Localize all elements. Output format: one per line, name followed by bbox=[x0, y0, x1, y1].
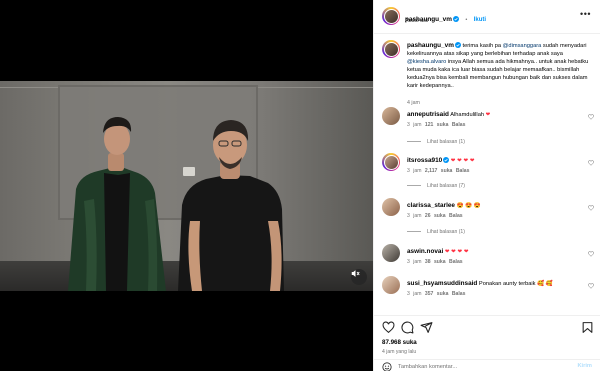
comment-emoji: 😍 😍 😍 bbox=[456, 203, 481, 209]
comment-box: Kirim bbox=[374, 359, 600, 371]
reply-button[interactable]: Balas bbox=[452, 291, 466, 297]
header-separator: • bbox=[465, 17, 468, 23]
comment-avatar[interactable] bbox=[382, 244, 400, 262]
comment-time[interactable]: 3 jam bbox=[407, 291, 421, 297]
comment-avatar[interactable] bbox=[382, 107, 400, 125]
comment-likes[interactable]: 121 suka bbox=[425, 122, 449, 128]
post-comment-button[interactable]: Kirim bbox=[577, 363, 592, 369]
caption-text-part: terima kasih pa bbox=[462, 43, 503, 49]
comment-like-heart-icon[interactable] bbox=[588, 205, 594, 211]
comment-emoji: ❤ bbox=[485, 112, 491, 118]
comment-icon[interactable] bbox=[401, 321, 414, 334]
verified-badge-icon bbox=[452, 16, 459, 22]
reply-button[interactable]: Balas bbox=[449, 259, 463, 265]
comments-list[interactable]: pashaungu_vm terima kasih pa @dimsanggar… bbox=[374, 35, 600, 315]
verified-badge-icon bbox=[443, 157, 450, 163]
comment-username[interactable]: anneputrisaid bbox=[407, 111, 449, 118]
comment-time[interactable]: 3 jam bbox=[407, 259, 421, 265]
comment-input[interactable] bbox=[398, 361, 548, 371]
likes-count[interactable]: 87.968 suka bbox=[382, 339, 417, 346]
volume-muted-icon bbox=[351, 270, 360, 277]
post-header: pashaungu_vm • Ikuti Audio asli ••• bbox=[374, 0, 600, 34]
post-actions: 87.968 suka 4 jam yang lalu Kirim bbox=[374, 315, 600, 371]
comment-time[interactable]: 3 jam bbox=[407, 122, 421, 128]
post-time[interactable]: 4 jam yang lalu bbox=[382, 349, 416, 355]
view-replies-link[interactable]: Lihat balasan (1) bbox=[407, 229, 465, 235]
comment-username[interactable]: susi_hsyamsuddinsaid bbox=[407, 280, 477, 287]
caption-text: pashaungu_vm terima kasih pa @dimsanggar… bbox=[407, 42, 595, 90]
reply-button[interactable]: Balas bbox=[449, 213, 463, 219]
audio-label[interactable]: Audio asli bbox=[405, 18, 428, 24]
comment-avatar[interactable] bbox=[382, 153, 400, 171]
comment-item: susi_hsyamsuddinsaid Ponakan aunty terba… bbox=[382, 276, 594, 312]
share-icon[interactable] bbox=[420, 321, 433, 334]
emoji-icon[interactable] bbox=[382, 362, 392, 371]
view-replies-link[interactable]: Lihat balasan (1) bbox=[407, 139, 465, 145]
comment-like-heart-icon[interactable] bbox=[588, 160, 594, 166]
follow-button[interactable]: Ikuti bbox=[474, 17, 486, 23]
comment-emoji: ❤ ❤ ❤ ❤ bbox=[450, 158, 475, 164]
post-side-panel: pashaungu_vm • Ikuti Audio asli ••• pash… bbox=[373, 0, 600, 371]
heart-icon[interactable] bbox=[382, 321, 395, 334]
comment-username[interactable]: aswin.novai bbox=[407, 248, 443, 255]
more-options-icon[interactable]: ••• bbox=[580, 10, 591, 19]
caption-mention[interactable]: @dimsanggara bbox=[503, 43, 542, 49]
comment-avatar[interactable] bbox=[382, 198, 400, 216]
comment-emoji: ❤ ❤ ❤ ❤ bbox=[444, 249, 469, 255]
comment-time[interactable]: 3 jam bbox=[407, 168, 421, 174]
comment-like-heart-icon[interactable] bbox=[588, 251, 594, 257]
caption-username[interactable]: pashaungu_vm bbox=[407, 42, 454, 49]
video-frame[interactable] bbox=[0, 81, 373, 291]
comment-likes[interactable]: 2,117 suka bbox=[425, 168, 453, 174]
comment-text: Ponakan aunty terbaik bbox=[478, 281, 536, 287]
reply-button[interactable]: Balas bbox=[452, 122, 466, 128]
post-media[interactable] bbox=[0, 0, 373, 371]
author-avatar[interactable] bbox=[382, 7, 400, 25]
comment-like-heart-icon[interactable] bbox=[588, 114, 594, 120]
caption-time[interactable]: 4 jam bbox=[407, 100, 420, 106]
comment-like-heart-icon[interactable] bbox=[588, 283, 594, 289]
mute-button[interactable] bbox=[351, 269, 367, 285]
comment-likes[interactable]: 357 suka bbox=[425, 291, 449, 297]
people-illustration bbox=[68, 117, 284, 291]
comment-item: anneputrisaid Alhamdulillah ❤ 3 jam 121 … bbox=[382, 107, 594, 143]
comment-likes[interactable]: 26 suka bbox=[425, 213, 446, 219]
comment-emoji: 🥰 🥰 bbox=[537, 281, 553, 287]
verified-badge-icon bbox=[454, 42, 461, 48]
comment-username[interactable]: itsrossa910 bbox=[407, 157, 442, 164]
bookmark-icon[interactable] bbox=[581, 321, 594, 334]
comment-username[interactable]: clarissa_starlee bbox=[407, 202, 455, 209]
comment-avatar[interactable] bbox=[382, 276, 400, 294]
reply-button[interactable]: Balas bbox=[456, 168, 470, 174]
caption-avatar[interactable] bbox=[382, 40, 400, 58]
comment-item: aswin.novai ❤ ❤ ❤ ❤ 3 jam 38 suka Balas bbox=[382, 244, 594, 280]
view-replies-link[interactable]: Lihat balasan (7) bbox=[407, 183, 465, 189]
comment-text: Alhamdulillah bbox=[450, 112, 485, 118]
caption-mention[interactable]: @kiesha.alvaro bbox=[407, 59, 446, 65]
comment-likes[interactable]: 38 suka bbox=[425, 259, 446, 265]
comment-time[interactable]: 3 jam bbox=[407, 213, 421, 219]
